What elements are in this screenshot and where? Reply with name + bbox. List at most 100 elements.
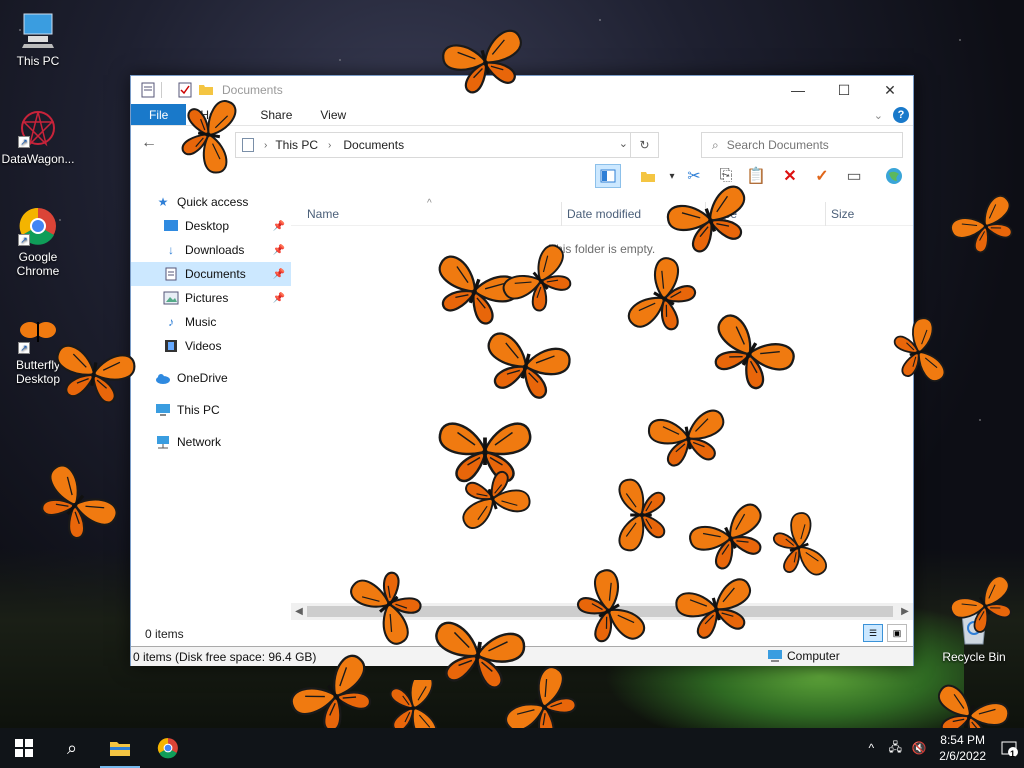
nav-network[interactable]: Network — [131, 430, 291, 454]
nav-this-pc[interactable]: This PC — [131, 398, 291, 422]
pin-icon[interactable]: 📌 — [273, 293, 285, 304]
scroll-right-icon[interactable]: ▶ — [897, 606, 913, 617]
desktop-icon-butterfly[interactable]: ↗ Butterfly Desktop — [0, 314, 76, 386]
scroll-left-icon[interactable]: ◀ — [291, 606, 307, 617]
file-explorer-window[interactable]: Documents — ☐ ✕ File Home Share View ⌄ ?… — [130, 75, 914, 666]
pin-icon[interactable]: 📌 — [273, 221, 285, 232]
tab-file[interactable]: File — [131, 104, 187, 125]
notification-count: 1 — [1009, 749, 1015, 759]
notification-center-button[interactable]: 1 — [994, 728, 1024, 768]
clock-date: 2/6/2022 — [939, 749, 986, 763]
nav-label: Pictures — [185, 291, 229, 305]
system-tray: ^ 🖧 🔇 8:54 PM 2/6/2022 1 — [859, 728, 1024, 768]
desktop-icon-datawagon[interactable]: ↗ DataWagon... — [0, 108, 76, 166]
details-view-button[interactable]: ☰ — [863, 624, 883, 642]
column-divider[interactable] — [561, 202, 562, 226]
nav-quick-access[interactable]: ★ Quick access — [131, 190, 291, 214]
copy-icon[interactable]: ⎘ — [713, 164, 739, 188]
delete-icon[interactable]: ✕ — [777, 164, 803, 188]
desktop-icon-this-pc[interactable]: This PC — [0, 10, 76, 68]
window-title: Documents — [222, 83, 283, 97]
taskbar-chrome[interactable] — [144, 728, 192, 768]
refresh-button[interactable]: ↻ — [630, 133, 658, 157]
nav-onedrive[interactable]: OneDrive — [131, 366, 291, 390]
windows-logo-icon — [15, 739, 33, 757]
separator — [161, 82, 162, 98]
chevron-right-icon[interactable]: › — [264, 140, 267, 151]
pin-icon[interactable]: 📌 — [273, 245, 285, 256]
maximize-button[interactable]: ☐ — [821, 76, 867, 104]
properties-icon[interactable] — [141, 82, 155, 98]
horizontal-scrollbar[interactable]: ◀ ▶ — [291, 603, 913, 620]
preview-pane-button[interactable] — [595, 164, 621, 188]
minimize-button[interactable]: — — [775, 76, 821, 104]
breadcrumb-this-pc[interactable]: This PC — [275, 138, 318, 152]
chevron-up-icon[interactable]: ^ — [859, 741, 883, 755]
search-button[interactable]: ⌕ — [48, 728, 96, 768]
column-divider[interactable] — [705, 202, 706, 226]
volume-muted-icon[interactable]: 🔇 — [907, 741, 931, 755]
clock[interactable]: 8:54 PM 2/6/2022 — [931, 732, 994, 764]
tab-home[interactable]: Home — [186, 104, 246, 125]
scrollbar-thumb[interactable] — [307, 606, 893, 617]
column-type[interactable]: Type — [711, 207, 737, 221]
paste-icon[interactable]: 📋 — [743, 164, 769, 188]
rename-icon[interactable]: ▭ — [841, 164, 867, 188]
column-size[interactable]: Size — [831, 207, 854, 221]
sort-up-icon: ^ — [427, 198, 432, 209]
desktop-icon-label: DataWagon... — [1, 152, 75, 166]
close-button[interactable]: ✕ — [867, 76, 913, 104]
search-input[interactable] — [726, 138, 887, 152]
desktop-icon-label: Butterfly Desktop — [15, 358, 61, 386]
network-status-icon[interactable]: 🖧 — [883, 738, 907, 759]
title-bar[interactable]: Documents — ☐ ✕ — [131, 76, 913, 104]
search-box[interactable]: ⌕ — [701, 132, 903, 158]
nav-desktop[interactable]: Desktop 📌 — [131, 214, 291, 238]
nav-label: Documents — [185, 267, 246, 281]
globe-icon[interactable] — [881, 164, 907, 188]
desktop-icon-chrome[interactable]: ↗ Google Chrome — [0, 206, 76, 278]
nav-pictures[interactable]: Pictures 📌 — [131, 286, 291, 310]
help-icon[interactable]: ? — [893, 107, 909, 123]
search-icon: ⌕ — [66, 737, 78, 758]
taskbar: ⌕ ^ 🖧 🔇 8:54 PM 2/6/2022 1 — [0, 728, 1024, 768]
breadcrumb-documents[interactable]: Documents — [343, 138, 404, 152]
nav-label: Downloads — [185, 243, 245, 257]
search-icon: ⌕ — [712, 137, 719, 152]
expand-ribbon-icon[interactable]: ⌄ — [874, 109, 883, 122]
computer-icon — [18, 10, 58, 50]
item-count: 0 items — [145, 627, 184, 641]
cloud-icon — [155, 370, 171, 386]
back-button[interactable]: ← — [137, 131, 161, 155]
start-button[interactable] — [0, 728, 48, 768]
nav-label: Music — [185, 315, 217, 329]
cut-icon[interactable]: ✂ — [681, 164, 707, 188]
pin-icon[interactable]: 📌 — [273, 269, 285, 280]
network-icon — [155, 434, 171, 450]
column-name[interactable]: Name — [307, 207, 339, 221]
layout-button[interactable] — [635, 164, 661, 188]
chevron-right-icon[interactable]: › — [328, 140, 331, 151]
taskbar-file-explorer[interactable] — [96, 728, 144, 768]
column-divider[interactable] — [825, 202, 826, 226]
column-date-modified[interactable]: Date modified — [567, 207, 641, 221]
status-location: Computer — [787, 649, 840, 663]
nav-documents[interactable]: Documents 📌 — [131, 262, 291, 286]
tab-share[interactable]: Share — [246, 104, 306, 125]
nav-videos[interactable]: Videos — [131, 334, 291, 358]
checkmark-icon[interactable]: ✓ — [809, 164, 835, 188]
videos-icon — [163, 338, 179, 354]
nav-downloads[interactable]: ↓ Downloads 📌 — [131, 238, 291, 262]
shortcut-arrow-icon: ↗ — [18, 136, 30, 148]
folder-icon — [110, 742, 130, 756]
checklist-icon[interactable] — [178, 82, 192, 98]
file-list[interactable]: Name ^ Date modified Type Size This fold… — [291, 198, 913, 602]
address-bar[interactable]: › This PC › Documents ⌄ ↻ — [235, 132, 659, 158]
nav-music[interactable]: ♪ Music — [131, 310, 291, 334]
desktop-icon-label: This PC — [16, 54, 60, 68]
large-icons-view-button[interactable]: ▣ — [887, 624, 907, 642]
tab-view[interactable]: View — [306, 104, 360, 125]
chevron-down-icon[interactable]: ⌄ — [619, 137, 628, 150]
desktop-icon-recycle-bin[interactable]: Recycle Bin — [936, 606, 1012, 664]
folder-icon[interactable] — [198, 82, 213, 98]
